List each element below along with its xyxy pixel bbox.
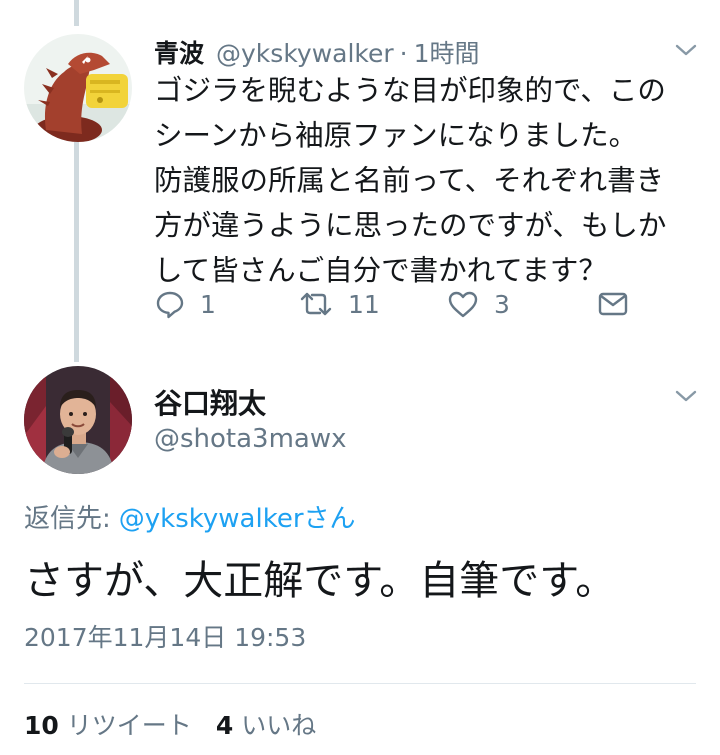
reply-text-line: シーンから袖原ファンになりました。	[154, 119, 638, 152]
like-button[interactable]: 3	[446, 284, 510, 324]
tweet-stats: 10 リツイート 4 いいね	[24, 706, 316, 742]
avatar-ykskywalker[interactable]	[24, 34, 132, 142]
retweet-stat-label: リツイート	[66, 711, 192, 740]
retweet-stat[interactable]: 10 リツイート	[24, 706, 192, 742]
like-stat[interactable]: 4 いいね	[216, 706, 316, 742]
like-count: 3	[494, 289, 510, 319]
main-tweet-text: さすが、大正解です。自筆です。	[24, 558, 616, 604]
avatar-shota3mawx[interactable]	[24, 366, 132, 474]
like-stat-count: 4	[215, 711, 234, 740]
reply-text-line: ゴジラを睨むような目が印象的で、この	[154, 74, 666, 107]
godzilla-figure-icon	[24, 34, 132, 142]
replying-to: 返信先: @ykskywalkerさん	[24, 498, 356, 535]
reply-tweet-text: ゴジラを睨むような目が印象的で、この シーンから袖原ファンになりました。 防護服…	[154, 68, 709, 293]
direct-message-button[interactable]	[596, 284, 630, 324]
man-with-microphone-icon	[24, 366, 132, 474]
replying-to-label: 返信先:	[24, 504, 111, 534]
chevron-down-icon[interactable]	[674, 42, 698, 58]
thread-line-top	[74, 0, 79, 26]
header-separator: ·	[399, 39, 408, 68]
reply-text-line: 方が違うように思ったのですが、もしか	[154, 209, 667, 242]
retweet-button[interactable]: 11	[298, 284, 380, 324]
reply-icon	[156, 291, 184, 319]
retweet-count: 11	[348, 289, 380, 319]
heart-icon	[448, 291, 478, 318]
reply-time[interactable]: 1時間	[414, 34, 480, 70]
reply-tweet-header: 青波 @ykskywalker · 1時間	[154, 34, 480, 70]
reply-button[interactable]: 1	[154, 284, 216, 324]
tweet-actions: 1 11 3	[154, 284, 674, 324]
chevron-down-icon[interactable]	[674, 388, 698, 404]
reply-text-line: 防護服の所属と名前って、それぞれ書き	[154, 164, 665, 197]
like-stat-label: いいね	[241, 711, 317, 740]
reply-count: 1	[200, 289, 216, 319]
main-author-name[interactable]: 谷口翔太	[154, 382, 266, 422]
thread-line-connector	[74, 140, 79, 362]
divider	[24, 683, 696, 684]
retweet-icon	[300, 292, 332, 316]
replying-to-mention[interactable]: @ykskywalkerさん	[119, 498, 356, 535]
reply-author-name[interactable]: 青波	[154, 34, 204, 70]
tweet-timestamp[interactable]: 2017年11月14日 19:53	[24, 618, 306, 654]
main-author-handle[interactable]: @shota3mawx	[154, 424, 347, 454]
retweet-stat-count: 10	[24, 711, 59, 740]
envelope-icon	[598, 292, 628, 316]
reply-author-handle[interactable]: @ykskywalker	[216, 39, 394, 68]
